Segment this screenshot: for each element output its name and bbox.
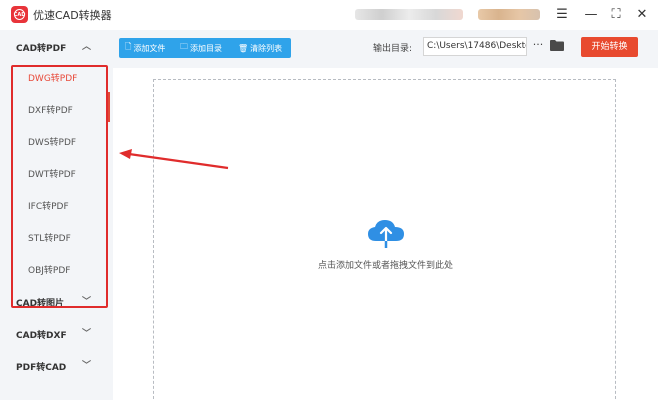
add-directory-button[interactable]: 🗀 添加目录 bbox=[180, 38, 222, 58]
maximize-icon[interactable]: ⛶ bbox=[606, 5, 626, 25]
more-options-button[interactable]: ··· bbox=[531, 36, 545, 56]
chevron-down-icon: ﹀ bbox=[82, 329, 92, 339]
toolbar: 🗋 添加文件 🗀 添加目录 🗑 清除列表 输出目录: C:\Users\1748… bbox=[113, 30, 658, 68]
menu-icon[interactable]: ☰ bbox=[552, 5, 572, 25]
category-pdf-to-cad[interactable]: PDF转CAD ﹀ bbox=[0, 351, 113, 381]
add-file-label: 添加文件 bbox=[133, 43, 166, 53]
category-label: PDF转CAD bbox=[16, 363, 67, 373]
chevron-up-icon: ︿ bbox=[82, 42, 92, 52]
folder-icon[interactable] bbox=[550, 40, 564, 51]
category-cad-to-pdf[interactable]: CAD转PDF ︿ bbox=[0, 32, 113, 62]
sidebar-item-label: IFC转PDF bbox=[28, 202, 69, 212]
chevron-down-icon: ﹀ bbox=[82, 297, 92, 307]
sidebar-item-dwg-to-pdf[interactable]: DWG转PDF bbox=[0, 63, 113, 91]
sidebar-item-label: DWT转PDF bbox=[28, 170, 76, 180]
app-logo-icon: CAD bbox=[11, 6, 28, 23]
sidebar-item-label: DXF转PDF bbox=[28, 106, 73, 116]
category-label: CAD转PDF bbox=[16, 44, 67, 54]
sidebar-item-label: DWG转PDF bbox=[28, 74, 78, 84]
folder-outline-icon: 🗀 bbox=[180, 42, 188, 51]
sidebar-item-dws-to-pdf[interactable]: DWS转PDF bbox=[0, 127, 113, 155]
title-bar: CAD 优速CAD转换器 ☰ — ⛶ ✕ bbox=[0, 0, 658, 30]
sidebar-item-label: DWS转PDF bbox=[28, 138, 77, 148]
category-cad-to-image[interactable]: CAD转图片 ﹀ bbox=[0, 287, 113, 317]
category-cad-to-dxf[interactable]: CAD转DXF ﹀ bbox=[0, 319, 113, 349]
drop-hint-text: 点击添加文件或者拖拽文件到此处 bbox=[317, 261, 453, 271]
clear-list-label: 清除列表 bbox=[250, 43, 283, 53]
file-button-group: 🗋 添加文件 🗀 添加目录 🗑 清除列表 bbox=[119, 38, 291, 58]
file-icon: 🗋 bbox=[125, 42, 132, 51]
output-path-field[interactable]: C:\Users\17486\Deskto bbox=[423, 37, 527, 56]
cloud-upload-icon bbox=[368, 220, 404, 248]
app-logo-text: CAD bbox=[14, 9, 25, 20]
sidebar-item-ifc-to-pdf[interactable]: IFC转PDF bbox=[0, 191, 113, 219]
sidebar-item-label: STL转PDF bbox=[28, 234, 71, 244]
add-directory-label: 添加目录 bbox=[190, 43, 222, 53]
start-convert-button[interactable]: 开始转换 bbox=[581, 37, 638, 57]
annotation-arrow bbox=[119, 149, 229, 170]
sidebar: CAD转PDF ︿ DWG转PDF DXF转PDF DWS转PDF DWT转PD… bbox=[0, 30, 113, 400]
sidebar-item-stl-to-pdf[interactable]: STL转PDF bbox=[0, 223, 113, 251]
output-directory-label: 输出目录: bbox=[373, 44, 413, 54]
minimize-icon[interactable]: — bbox=[581, 5, 601, 25]
blurred-account-badge bbox=[478, 9, 540, 20]
sidebar-item-dwt-to-pdf[interactable]: DWT转PDF bbox=[0, 159, 113, 187]
chevron-down-icon: ﹀ bbox=[82, 361, 92, 371]
sidebar-item-obj-to-pdf[interactable]: OBJ转PDF bbox=[0, 255, 113, 283]
close-icon[interactable]: ✕ bbox=[632, 5, 652, 25]
sidebar-item-dxf-to-pdf[interactable]: DXF转PDF bbox=[0, 95, 113, 123]
category-label: CAD转图片 bbox=[16, 299, 65, 309]
file-drop-zone[interactable]: 点击添加文件或者拖拽文件到此处 bbox=[153, 79, 616, 400]
blurred-user-info bbox=[355, 9, 463, 20]
sidebar-item-label: OBJ转PDF bbox=[28, 266, 71, 276]
sidebar-scrollbar[interactable] bbox=[108, 92, 110, 122]
add-file-button[interactable]: 🗋 添加文件 bbox=[125, 38, 165, 58]
category-label: CAD转DXF bbox=[16, 331, 67, 341]
clear-list-button[interactable]: 🗑 清除列表 bbox=[238, 38, 282, 58]
app-title: 优速CAD转换器 bbox=[33, 9, 112, 22]
trash-icon: 🗑 bbox=[238, 43, 249, 53]
